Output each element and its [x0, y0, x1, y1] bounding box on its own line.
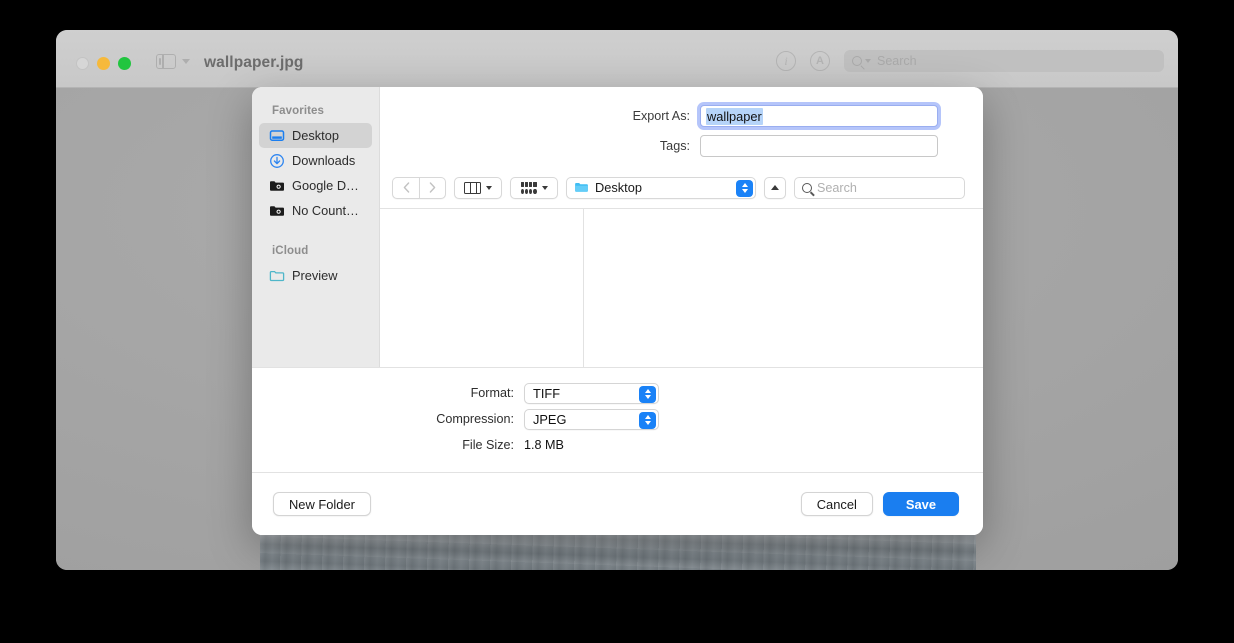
wallpaper-image — [260, 534, 976, 570]
save-button[interactable]: Save — [882, 492, 959, 516]
sidebar-item-desktop[interactable]: Desktop — [259, 123, 372, 148]
folder-icon — [269, 268, 285, 284]
traffic-lights — [76, 57, 131, 70]
path-stepper[interactable] — [736, 179, 753, 197]
collapse-button[interactable] — [764, 176, 786, 199]
tags-input[interactable] — [700, 135, 938, 157]
dialog-sidebar: Favorites Desktop Downloads Google D… No… — [252, 87, 380, 367]
screen: wallpaper.jpg i A Search Favorites Deskt… — [0, 0, 1234, 643]
format-value: TIFF — [533, 385, 561, 401]
export-form: Export As: wallpaper Tags: — [380, 87, 983, 167]
desktop-icon — [269, 128, 285, 144]
compression-popup[interactable]: JPEG — [524, 408, 659, 430]
file-size-value: 1.8 MB — [524, 438, 564, 452]
downloads-icon — [269, 153, 285, 169]
folder-alias-icon — [269, 178, 285, 194]
chevron-down-icon — [865, 59, 871, 63]
search-icon — [802, 182, 812, 193]
chevron-up-icon — [771, 185, 779, 190]
dialog-footer: New Folder Cancel Save — [252, 472, 983, 535]
group-by-icon — [520, 181, 537, 194]
compression-stepper-icon — [639, 411, 656, 429]
sidebar-item-label: Google D… — [292, 178, 359, 193]
window-search-field[interactable]: Search — [844, 50, 1164, 72]
compression-value: JPEG — [533, 411, 567, 427]
file-size-label: File Size: — [462, 438, 514, 452]
sidebar-section-header-icloud: iCloud — [272, 245, 309, 257]
chevron-right-icon — [429, 182, 436, 193]
chevron-left-icon — [403, 182, 409, 193]
info-icon[interactable]: i — [776, 51, 796, 71]
export-options: Format: TIFF Compression: JPEG File Size… — [252, 367, 983, 472]
export-save-dialog: Favorites Desktop Downloads Google D… No… — [252, 87, 983, 535]
nav-buttons — [392, 176, 446, 199]
chevron-down-icon — [741, 189, 748, 193]
compression-label: Compression: — [436, 412, 514, 426]
format-popup[interactable]: TIFF — [524, 382, 659, 404]
sidebar-item-google-drive[interactable]: Google D… — [259, 173, 372, 198]
compression-row: Compression: JPEG — [252, 406, 983, 432]
folder-icon — [573, 180, 589, 196]
chevron-down-icon — [486, 185, 492, 190]
group-by-button[interactable] — [510, 176, 558, 199]
sidebar-item-no-count[interactable]: No Count… — [259, 198, 372, 223]
chevron-down-icon — [182, 59, 190, 64]
export-as-value: wallpaper — [706, 107, 763, 125]
path-popup-button[interactable]: Desktop — [566, 176, 756, 199]
tags-row: Tags: — [380, 131, 983, 161]
chevron-up-icon — [741, 183, 748, 187]
tags-label: Tags: — [659, 139, 690, 153]
sidebar-item-label: Desktop — [292, 128, 339, 143]
forward-button[interactable] — [419, 176, 446, 199]
file-search-input[interactable]: Search — [794, 176, 965, 199]
close-button[interactable] — [76, 57, 89, 70]
export-as-label: Export As: — [632, 109, 690, 123]
file-browser-column-2[interactable] — [584, 209, 983, 367]
file-browser[interactable] — [380, 209, 983, 367]
format-stepper-icon — [639, 385, 656, 403]
sidebar-item-label: Preview — [292, 268, 338, 283]
window-titlebar: wallpaper.jpg i A Search — [56, 30, 1178, 88]
sidebar-section-header-favorites: Favorites — [272, 105, 325, 117]
file-browser-column-1[interactable] — [380, 209, 584, 367]
file-search-placeholder: Search — [817, 180, 857, 195]
window-search-placeholder: Search — [877, 54, 917, 68]
sidebar-item-label: No Count… — [292, 203, 359, 218]
path-popup-label: Desktop — [595, 180, 642, 195]
format-row: Format: TIFF — [252, 380, 983, 406]
minimize-button[interactable] — [97, 57, 110, 70]
back-button[interactable] — [392, 176, 419, 199]
sidebar-item-label: Downloads — [292, 153, 356, 168]
cancel-button[interactable]: Cancel — [800, 492, 873, 516]
sidebar-toggle-button[interactable] — [156, 54, 190, 69]
window-title: wallpaper.jpg — [204, 54, 304, 71]
maximize-button[interactable] — [118, 57, 131, 70]
search-icon — [852, 56, 862, 66]
column-view-icon — [464, 181, 481, 194]
file-size-row: File Size: 1.8 MB — [252, 432, 983, 458]
format-label: Format: — [470, 386, 514, 400]
markup-icon[interactable]: A — [810, 51, 830, 71]
footer-actions: Cancel Save — [800, 492, 959, 516]
sidebar-item-preview[interactable]: Preview — [259, 263, 372, 288]
file-browser-toolbar: Desktop Search — [380, 167, 983, 209]
titlebar-actions: i A Search — [776, 50, 1164, 72]
new-folder-button[interactable]: New Folder — [273, 492, 371, 516]
sidebar-toggle-icon — [156, 54, 176, 69]
sidebar-item-downloads[interactable]: Downloads — [259, 148, 372, 173]
export-as-input[interactable]: wallpaper — [700, 105, 938, 127]
chevron-down-icon — [541, 185, 548, 190]
folder-alias-icon — [269, 203, 285, 219]
export-as-row: Export As: wallpaper — [380, 101, 983, 131]
view-options-button[interactable] — [454, 176, 502, 199]
